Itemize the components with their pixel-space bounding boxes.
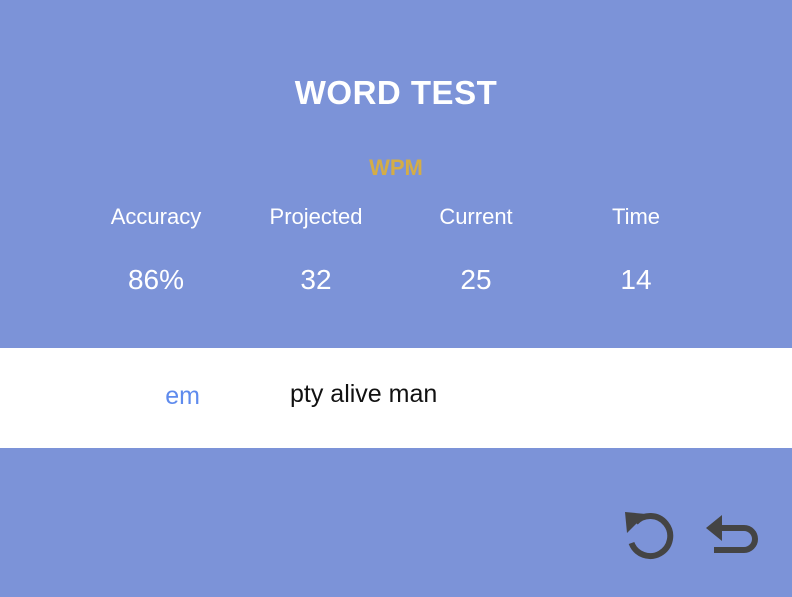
page-title: WORD TEST <box>294 74 498 111</box>
stat-current-label: Current <box>439 204 513 229</box>
back-icon <box>706 515 758 553</box>
wpm-heading: WPM <box>369 155 423 180</box>
stat-accuracy-value: 86% <box>127 264 185 295</box>
restart-icon <box>625 512 674 559</box>
typing-area[interactable]: em pty alive man <box>0 348 792 448</box>
back-button[interactable] <box>704 508 760 564</box>
stat-current-value: 25 <box>460 264 492 295</box>
stat-time-label: Time <box>611 204 661 229</box>
typed-text: em <box>165 382 200 410</box>
restart-button[interactable] <box>621 508 677 564</box>
stat-projected-value: 32 <box>300 264 332 295</box>
remaining-text: pty alive man <box>290 380 438 408</box>
stat-time-value: 14 <box>620 264 652 295</box>
stat-accuracy-label: Accuracy <box>110 204 202 229</box>
stat-projected-label: Projected <box>269 204 363 229</box>
